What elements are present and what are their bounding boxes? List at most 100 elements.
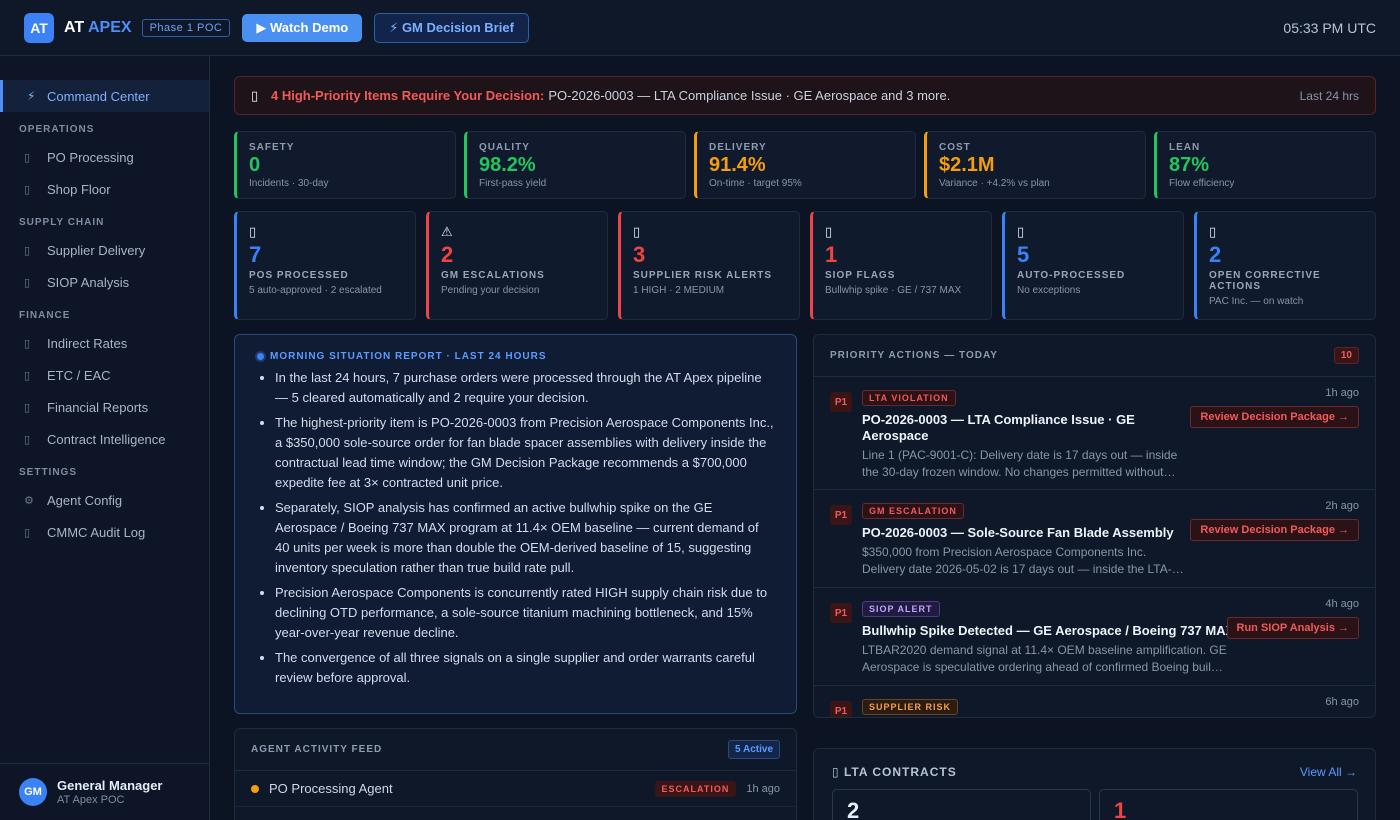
lta-stat[interactable]: 2 [832,789,1091,820]
sidebar-item-cmmc-audit-log[interactable]: ▯ CMMC Audit Log [0,516,209,548]
run-siop-analysis-button[interactable]: Run SIOP Analysis → [1226,617,1359,639]
feed-row[interactable]: PO Processing Agent ESCALATION 1h ago [235,771,796,807]
chart-icon: ▯ [825,224,833,239]
priority-tag: LTA VIOLATION [862,390,956,406]
status-badge: ESCALATION [654,780,737,797]
priority-item[interactable]: P1 LTA VIOLATION PO-2026-0003 — LTA Comp… [814,377,1375,490]
metric-value: 7 [249,242,262,267]
report-bullet: The highest-priority item is PO-2026-000… [275,413,776,493]
alert-message: PO-2026-0003 — LTA Compliance Issue · GE… [548,88,951,103]
metric-card-auto-processed[interactable]: ▯ 5 AUTO-PROCESSED No exceptions [1002,211,1184,320]
metric-sub: No exceptions [1017,285,1081,296]
report-icon: ▯ [24,401,31,414]
priority-time: 6h ago [1325,696,1359,708]
lta-header: ▯ LTA CONTRACTS View All → [832,765,1357,779]
feed-header: AGENT ACTIVITY FEED 5 Active [235,729,796,771]
active-agents-badge: 5 Active [728,740,780,759]
priority-item[interactable]: P1 SIOP ALERT Bullwhip Spike Detected — … [814,588,1375,686]
metric-value: 3 [633,242,646,267]
priority-badge: P1 [830,701,852,717]
document-icon: ▯ [249,224,257,239]
priority-time: 1h ago [1325,387,1359,399]
kpi-value: 87% [1169,154,1210,176]
sidebar-item-contract-intelligence[interactable]: ▯ Contract Intelligence [0,423,209,455]
sidebar-item-indirect-rates[interactable]: ▯ Indirect Rates [0,327,209,359]
sidebar-item-supplier-delivery[interactable]: ▯ Supplier Delivery [0,234,209,266]
sidebar-section-finance: FINANCE [19,310,71,321]
sidebar-item-po-processing[interactable]: ▯ PO Processing [0,141,209,173]
sidebar-item-agent-config[interactable]: ⚙ Agent Config [0,484,209,516]
sidebar-item-label: SIOP Analysis [47,274,130,290]
metric-card-gm-escalations[interactable]: ⚠ 2 GM ESCALATIONS Pending your decision [426,211,608,320]
report-bullet: Precision Aerospace Components is concur… [275,583,776,643]
metric-label: AUTO-PROCESSED [1017,270,1126,281]
metric-label: SUPPLIER RISK ALERTS [633,270,773,281]
review-decision-package-button[interactable]: Review Decision Package → [1190,406,1359,428]
priority-desc: $350,000 from Precision Aerospace Compon… [862,545,1172,576]
priority-tag: SIOP ALERT [862,601,940,617]
morning-situation-report: MORNING SITUATION REPORT · LAST 24 HOURS… [234,334,797,714]
metric-label: SIOP FLAGS [825,270,896,281]
sidebar-item-shop-floor[interactable]: ▯ Shop Floor [0,173,209,205]
metric-card-pos-processed[interactable]: ▯ 7 POS PROCESSED 5 auto-approved · 2 es… [234,211,416,320]
report-title: MORNING SITUATION REPORT · LAST 24 HOURS [270,351,547,362]
user-info: General Manager AT Apex POC [57,778,163,806]
report-bullet: Separately, SIOP analysis has confirmed … [275,498,776,578]
metric-sub: Pending your decision [441,285,540,296]
chart-icon: ▯ [24,276,31,289]
metric-card-supplier-risk[interactable]: ▯ 3 SUPPLIER RISK ALERTS 1 HIGH · 2 MEDI… [618,211,800,320]
alert-time: Last 24 hrs [1299,88,1359,103]
metric-value: 5 [1017,242,1030,267]
robot-icon: ▯ [1017,224,1025,239]
brand-prefix: AT [64,18,85,36]
kpi-sub: Incidents · 30-day [249,178,329,189]
sidebar-section-operations: OPERATIONS [19,124,95,135]
gear-icon: ⚙ [24,494,34,507]
lta-contracts-panel: ▯ LTA CONTRACTS View All → 2 1 [813,748,1376,820]
status-dot-icon [251,784,259,793]
feed-time: 1h ago [746,782,780,795]
warning-icon: ⚠ [441,224,453,239]
metric-card-corrective-actions[interactable]: ▯ 2 OPEN CORRECTIVE ACTIONS PAC Inc. — o… [1194,211,1376,320]
lta-stat[interactable]: 1 [1099,789,1358,820]
metric-sub: PAC Inc. — on watch [1209,296,1304,307]
sidebar-item-command-center[interactable]: ⚡ Command Center [0,80,209,112]
sidebar-item-financial-reports[interactable]: ▯ Financial Reports [0,391,209,423]
priority-item[interactable]: P1 SUPPLIER RISK 6h ago [814,686,1375,717]
kpi-value: 0 [249,154,261,176]
sidebar-item-label: ETC / EAC [47,367,111,383]
app-logo[interactable]: AT [24,12,54,43]
user-profile[interactable]: GM General Manager AT Apex POC [0,763,210,820]
kpi-sub: On-time · target 95% [709,178,802,189]
kpi-sub: Flow efficiency [1169,178,1235,189]
user-role: AT Apex POC [57,794,125,806]
view-all-link[interactable]: View All → [1300,765,1357,779]
sidebar-item-label: PO Processing [47,149,134,165]
metric-value: 1 [825,242,838,267]
phase-badge: Phase 1 POC [141,18,231,37]
utc-clock: 05:33 PM UTC [1283,19,1376,36]
sidebar-item-etc-eac[interactable]: ▯ ETC / EAC [0,359,209,391]
review-decision-package-button[interactable]: Review Decision Package → [1190,519,1359,541]
sidebar-item-siop-analysis[interactable]: ▯ SIOP Analysis [0,266,209,298]
truck-icon: ▯ [24,244,31,257]
metric-card-siop-flags[interactable]: ▯ 1 SIOP FLAGS Bullwhip spike · GE / 737… [810,211,992,320]
kpi-delivery: DELIVERY 91.4% On-time · target 95% [694,131,916,199]
priority-alert-banner[interactable]: ▯ 4 High-Priority Items Require Your Dec… [234,76,1376,115]
sidebar-item-label: Supplier Delivery [47,242,146,258]
top-bar: AT AT APEX Phase 1 POC ▶ Watch Demo ⚡ GM… [0,0,1400,56]
kpi-label: LEAN [1169,142,1201,153]
priority-item[interactable]: P1 GM ESCALATION PO-2026-0003 — Sole-Sou… [814,490,1375,588]
sidebar-item-label: Contract Intelligence [47,431,166,447]
kpi-sub: Variance · +4.2% vs plan [939,178,1050,189]
kpi-label: COST [939,142,971,153]
watch-demo-button[interactable]: ▶ Watch Demo [242,13,363,42]
alert-highlight: 4 High-Priority Items Require Your Decis… [271,88,545,103]
gm-decision-brief-button[interactable]: ⚡ GM Decision Brief [374,12,529,43]
report-header: MORNING SITUATION REPORT · LAST 24 HOURS [257,351,776,362]
priority-time: 4h ago [1325,598,1359,610]
metric-sub: Bullwhip spike · GE / 737 MAX [825,285,962,296]
priority-desc: Line 1 (PAC-9001-C): Delivery date is 17… [862,448,1178,479]
priority-actions-header: PRIORITY ACTIONS — TODAY 10 [814,335,1375,377]
kpi-quality: QUALITY 98.2% First-pass yield [464,131,686,199]
